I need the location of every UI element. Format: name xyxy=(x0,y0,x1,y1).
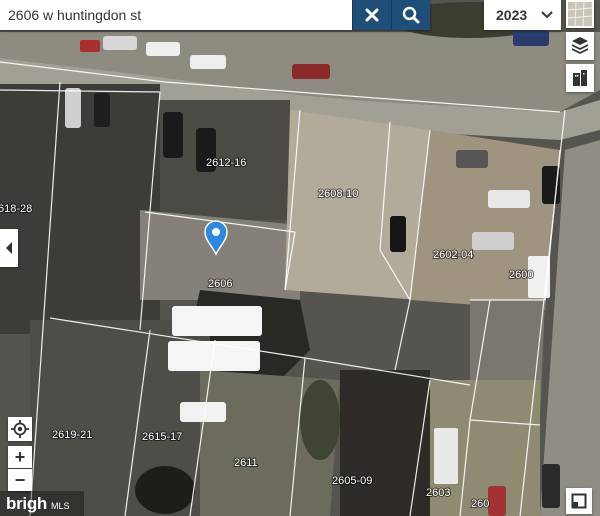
parcel-label: 2608-10 xyxy=(318,188,358,200)
search-icon xyxy=(402,6,420,24)
dirt-lot xyxy=(285,110,430,300)
zoom-out-button[interactable]: − xyxy=(8,469,32,491)
tree xyxy=(135,466,195,514)
basemap-toggle-button[interactable] xyxy=(566,0,594,28)
chevron-left-icon xyxy=(6,242,12,254)
logo-suffix: MLS xyxy=(51,500,70,511)
tree xyxy=(300,380,340,460)
year-select-value: 2023 xyxy=(496,7,528,23)
search-button[interactable] xyxy=(391,0,430,30)
parcel-label: 2605-09 xyxy=(332,475,372,487)
zoom-in-button[interactable]: + xyxy=(8,446,32,468)
parcel-label: 618-28 xyxy=(0,203,32,215)
parcel-label: 260 xyxy=(471,498,489,510)
parcel-label: 2600 xyxy=(509,269,533,281)
search-bar xyxy=(0,0,430,30)
expand-map-button[interactable] xyxy=(566,488,592,514)
buildings-layer-button[interactable] xyxy=(566,64,594,92)
close-icon xyxy=(365,8,379,22)
expand-icon xyxy=(571,493,587,509)
zoom-in-label: + xyxy=(14,446,26,467)
buildings-icon xyxy=(573,70,587,86)
parcel-layer-icon xyxy=(571,37,589,55)
satellite-icon xyxy=(567,1,593,27)
locate-button[interactable] xyxy=(8,417,32,441)
parcel-label: 2615-17 xyxy=(142,431,182,443)
parcel-label: 2606 xyxy=(208,278,232,290)
year-select[interactable]: 2023 xyxy=(484,0,561,30)
aerial-map[interactable]: 2612-16 2608-10 2606 2602-04 2600 618-28… xyxy=(0,0,600,516)
zoom-out-label: − xyxy=(14,469,26,490)
chevron-down-icon xyxy=(541,11,553,19)
collapse-panel-button[interactable] xyxy=(0,229,18,267)
parcel-label: 2611 xyxy=(234,457,258,469)
clear-search-button[interactable] xyxy=(352,0,392,30)
parcel-label: 2612-16 xyxy=(206,157,246,169)
parcel-label: 2602-04 xyxy=(433,249,473,261)
parcel-label: 2619-21 xyxy=(52,429,92,441)
parcel-layer-button[interactable] xyxy=(566,32,594,60)
logo-text: brigh xyxy=(6,493,47,513)
bright-mls-logo: brigh MLS xyxy=(0,491,84,516)
building-roof xyxy=(340,370,430,516)
parcel-label: 2603 xyxy=(426,487,450,499)
locate-icon xyxy=(11,420,29,438)
search-input[interactable] xyxy=(0,0,353,30)
